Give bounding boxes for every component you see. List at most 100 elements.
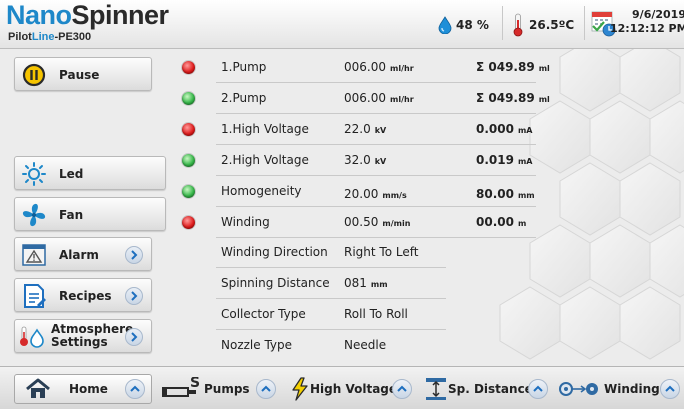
temperature-value: 26.5ºC	[529, 18, 575, 32]
water-drop-icon	[438, 16, 452, 34]
time-text: 12:12:12 PM	[610, 22, 684, 35]
row-total: Σ 049.89 ml	[476, 91, 550, 105]
model-label-part1: Pilot	[8, 31, 32, 43]
row-value: 006.00 ml/hr	[344, 60, 414, 74]
row-total-number: Σ 049.89	[476, 91, 535, 105]
row-total-unit: m	[517, 219, 527, 228]
model-label: PilotLine-PE300	[8, 31, 91, 43]
row-value: 00.50 m/min	[344, 215, 410, 229]
row-label: Collector Type	[221, 307, 306, 321]
row-total: 80.00 mm	[476, 187, 535, 201]
app-logo: NanoSpinner	[6, 2, 169, 29]
row-value-number: 081	[344, 276, 367, 290]
datetime-display: 9/6/2019 12:12:12 PM	[610, 8, 684, 36]
row-value-number: 22.0	[344, 122, 371, 136]
row-value-number: 00.50	[344, 215, 379, 229]
row-total: 0.000 mA	[476, 122, 533, 136]
status-row-pump-1: 1.Pump 006.00 ml/hr Σ 049.89 ml	[0, 54, 684, 84]
row-value: 081 mm	[344, 276, 388, 290]
chevron-up-icon	[125, 379, 145, 399]
row-divider	[216, 237, 536, 238]
status-led-green	[182, 154, 195, 167]
row-divider	[216, 267, 446, 268]
row-divider	[216, 206, 536, 207]
spinning-distance-icon	[426, 378, 446, 400]
brand-name-part1: Nano	[6, 0, 72, 30]
row-value-number: 006.00	[344, 60, 386, 74]
main-panel: Pause Led Fan Alarm Recipes Atmosphere S…	[0, 49, 684, 366]
model-label-part3: -PE300	[54, 31, 92, 43]
info-row-collector-type: Collector Type Roll To Roll	[0, 301, 684, 331]
status-row-winding: Winding 00.50 m/min 00.00 m	[0, 209, 684, 239]
humidity-value: 48 %	[456, 18, 489, 32]
temperature-indicator: 26.5ºC	[512, 13, 575, 37]
row-value-unit: kV	[374, 126, 387, 135]
row-label: Winding Direction	[221, 245, 328, 259]
status-row-high-voltage-2: 2.High Voltage 32.0 kV 0.019 mA	[0, 147, 684, 177]
tab-pumps[interactable]: S Pumps	[160, 374, 286, 404]
row-value-number: 20.00	[344, 187, 379, 201]
row-total-number: Σ 049.89	[476, 60, 535, 74]
humidity-indicator: 48 %	[438, 14, 489, 36]
info-row-nozzle-type: Nozzle Type Needle	[0, 332, 684, 362]
row-total-unit: ml	[538, 95, 550, 104]
row-divider	[216, 329, 446, 330]
row-label: 1.Pump	[221, 60, 267, 74]
tab-sp-distance[interactable]: Sp. Distance	[424, 374, 552, 404]
tab-high-voltage-label: High Voltage	[310, 382, 398, 396]
tab-home[interactable]: Home	[14, 374, 152, 404]
row-value-unit: kV	[374, 157, 387, 166]
brand-name-part2: Spinner	[71, 0, 170, 30]
home-icon	[26, 378, 50, 398]
info-row-spinning-distance: Spinning Distance 081 mm	[0, 270, 684, 300]
status-row-pump-2: 2.Pump 006.00 ml/hr Σ 049.89 ml	[0, 85, 684, 115]
row-divider	[216, 298, 446, 299]
tab-high-voltage[interactable]: High Voltage	[290, 374, 418, 404]
tab-winding[interactable]: Winding	[558, 374, 684, 404]
header-bar: NanoSpinner PilotLine-PE300 48 % 26.5ºC …	[0, 0, 684, 49]
row-value: 20.00 mm/s	[344, 187, 407, 201]
row-label: Winding	[221, 215, 270, 229]
status-led-red	[182, 61, 195, 74]
row-value-number: 32.0	[344, 153, 371, 167]
status-led-red	[182, 216, 195, 229]
info-row-winding-direction: Winding Direction Right To Left	[0, 239, 684, 269]
bottom-navigation-bar: Home S Pumps High Voltage Sp. Distance W…	[0, 366, 684, 409]
row-divider	[216, 144, 536, 145]
row-divider	[216, 113, 536, 114]
row-value: 006.00 ml/hr	[344, 91, 414, 105]
tab-home-label: Home	[69, 382, 108, 396]
row-value-unit: m/min	[382, 219, 411, 228]
row-total: Σ 049.89 ml	[476, 60, 550, 74]
tab-winding-label: Winding	[604, 382, 660, 396]
row-total-number: 0.000	[476, 122, 514, 136]
row-label: 2.High Voltage	[221, 153, 309, 167]
row-value-unit: mm	[370, 280, 388, 289]
row-total-number: 0.019	[476, 153, 514, 167]
lightning-icon	[292, 377, 308, 401]
row-value-number: 006.00	[344, 91, 386, 105]
row-total-unit: mm	[517, 191, 535, 200]
row-label: 2.Pump	[221, 91, 267, 105]
thermometer-icon	[513, 13, 523, 37]
chevron-up-icon	[528, 379, 548, 399]
chevron-up-icon	[256, 379, 276, 399]
row-total-unit: ml	[538, 64, 550, 73]
row-value: 32.0 kV	[344, 153, 386, 167]
svg-text:S: S	[190, 377, 200, 391]
model-label-part2: Line	[31, 31, 55, 43]
row-value: 22.0 kV	[344, 122, 386, 136]
row-value: Needle	[344, 338, 387, 352]
row-divider	[216, 175, 536, 176]
winding-roller-icon	[559, 382, 598, 396]
row-label: Homogeneity	[221, 184, 302, 198]
row-value-unit: mm/s	[382, 191, 407, 200]
chevron-up-icon	[660, 379, 680, 399]
tab-pumps-label: Pumps	[204, 382, 250, 396]
row-total: 00.00 m	[476, 215, 526, 229]
row-label: 1.High Voltage	[221, 122, 309, 136]
header-divider	[502, 6, 503, 40]
row-value: Roll To Roll	[344, 307, 408, 321]
status-row-high-voltage-1: 1.High Voltage 22.0 kV 0.000 mA	[0, 116, 684, 146]
row-divider	[216, 82, 536, 83]
